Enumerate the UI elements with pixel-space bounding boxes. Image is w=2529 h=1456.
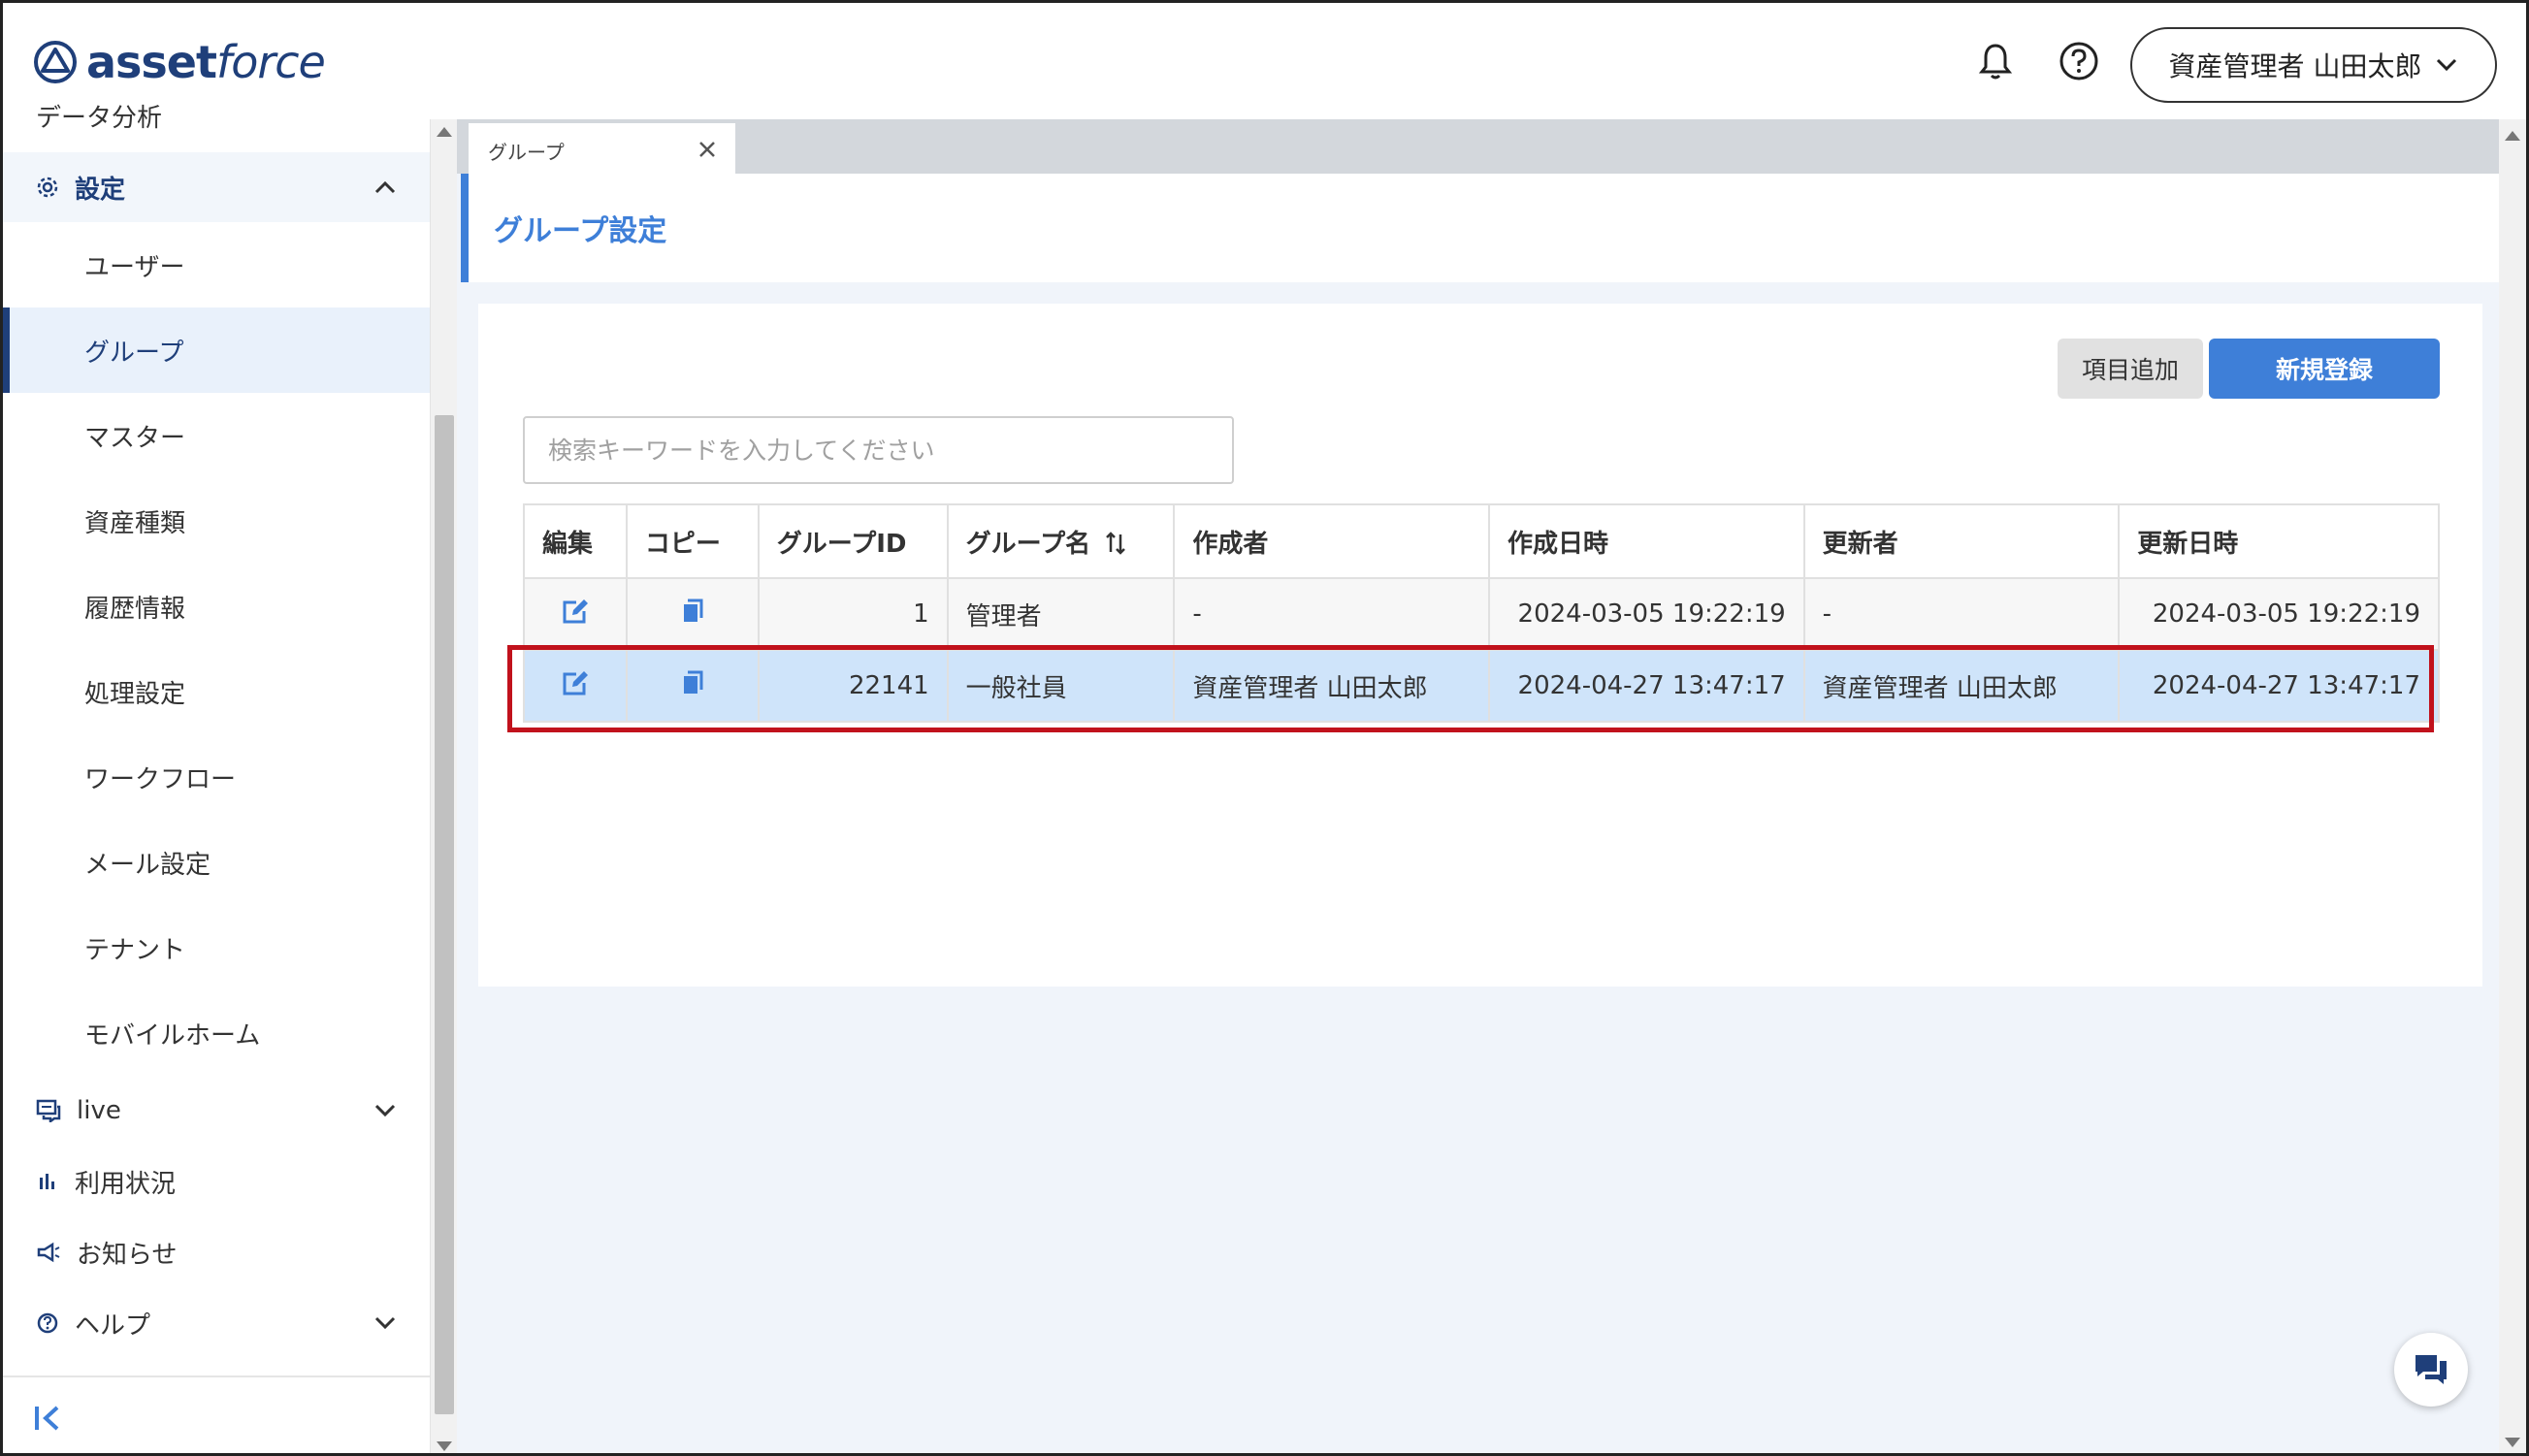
chevron-down-icon bbox=[374, 1104, 396, 1117]
help-icon bbox=[37, 1312, 58, 1334]
close-icon[interactable] bbox=[695, 137, 720, 162]
tab-bar: グループ bbox=[457, 119, 2504, 178]
settings-label: 設定 bbox=[75, 175, 126, 205]
created-at-cell: 2024-03-05 19:22:19 bbox=[1487, 577, 1805, 651]
user-menu-button[interactable]: 資産管理者 山田太郎 bbox=[2130, 27, 2497, 103]
sidebar-section-settings[interactable]: 設定 bbox=[3, 152, 430, 222]
sidebar-item-asset-types[interactable]: 資産種類 bbox=[3, 478, 430, 564]
bar-chart-icon bbox=[40, 1174, 54, 1189]
col-header-updated-at: 更新日時 bbox=[2118, 503, 2440, 579]
table-header-row: 編集 コピー グループID グループ名 作成者 作成日時 更新者 更新日時 bbox=[523, 503, 2440, 579]
edit-icon[interactable] bbox=[561, 598, 590, 625]
col-header-creator: 作成者 bbox=[1173, 503, 1490, 579]
notice-label: お知らせ bbox=[77, 1240, 178, 1270]
scroll-up-arrow-icon[interactable] bbox=[2505, 131, 2520, 141]
tab-groups[interactable]: グループ bbox=[469, 123, 735, 178]
sidebar-item-mobile-home[interactable]: モバイルホーム bbox=[3, 990, 430, 1076]
copy-cell bbox=[625, 649, 760, 723]
chevron-down-icon bbox=[374, 1316, 396, 1330]
sort-icon[interactable] bbox=[1105, 531, 1126, 556]
collapse-sidebar-icon[interactable] bbox=[32, 1404, 65, 1433]
col-header-created-at: 作成日時 bbox=[1487, 503, 1805, 579]
sidebar-item-workflow[interactable]: ワークフロー bbox=[3, 734, 430, 820]
sidebar-item-usage[interactable]: 利用状況 bbox=[3, 1147, 430, 1216]
new-register-button[interactable]: 新規登録 bbox=[2209, 339, 2440, 399]
copy-icon[interactable] bbox=[680, 598, 705, 625]
creator-cell: 資産管理者 山田太郎 bbox=[1173, 649, 1490, 723]
col-header-edit: 編集 bbox=[523, 503, 628, 579]
tab-label: グループ bbox=[488, 140, 565, 164]
chevron-up-icon bbox=[374, 180, 396, 194]
main-content: グループ グループ設定 項目追加 新規登録 編集 コピー グループID bbox=[457, 119, 2504, 1453]
megaphone-icon bbox=[37, 1242, 60, 1263]
sidebar-item-process-settings[interactable]: 処理設定 bbox=[3, 649, 430, 734]
sidebar-item-mail-settings[interactable]: メール設定 bbox=[3, 820, 430, 905]
sidebar-footer bbox=[3, 1375, 430, 1453]
scroll-down-arrow-icon[interactable] bbox=[437, 1441, 452, 1451]
sidebar: データ分析 設定 ユーザー グループ マスター 資産種類 履歴情報 処理設定 ワ… bbox=[3, 104, 430, 1453]
sidebar-item-groups[interactable]: グループ bbox=[3, 307, 430, 393]
sidebar-item-history[interactable]: 履歴情報 bbox=[3, 564, 430, 649]
col-header-group-name[interactable]: グループ名 bbox=[946, 503, 1176, 579]
chat-bubbles-icon bbox=[2416, 1355, 2447, 1384]
logo-text: assetforce bbox=[86, 36, 326, 88]
live-label: live bbox=[77, 1096, 121, 1125]
logo-mark-icon bbox=[34, 41, 77, 83]
search-input[interactable] bbox=[523, 416, 1234, 484]
app-logo[interactable]: assetforce bbox=[32, 36, 326, 88]
sidebar-item-notices[interactable]: お知らせ bbox=[3, 1217, 430, 1287]
sidebar-scrollbar[interactable] bbox=[430, 119, 457, 1453]
user-name-label: 資産管理者 山田太郎 bbox=[2168, 50, 2422, 82]
chat-button[interactable] bbox=[2394, 1333, 2468, 1407]
col-header-copy: コピー bbox=[625, 503, 760, 579]
sidebar-item-data-analysis[interactable]: データ分析 bbox=[36, 98, 162, 137]
group-name-cell: 一般社員 bbox=[946, 649, 1176, 723]
sidebar-item-users[interactable]: ユーザー bbox=[3, 222, 430, 307]
main-scrollbar[interactable] bbox=[2499, 119, 2526, 1453]
updated-at-cell: 2024-04-27 13:47:17 bbox=[2118, 649, 2440, 723]
page-title: グループ設定 bbox=[461, 174, 2500, 282]
scrollbar-thumb[interactable] bbox=[435, 415, 454, 1414]
bell-icon[interactable] bbox=[1972, 38, 2019, 84]
sidebar-section-help[interactable]: ヘルプ bbox=[3, 1288, 430, 1358]
sidebar-section-live[interactable]: live bbox=[3, 1076, 430, 1146]
groups-table: 編集 コピー グループID グループ名 作成者 作成日時 更新者 更新日時 1 … bbox=[523, 503, 2440, 723]
updated-at-cell: 2024-03-05 19:22:19 bbox=[2118, 577, 2440, 651]
usage-label: 利用状況 bbox=[75, 1169, 177, 1199]
created-at-cell: 2024-04-27 13:47:17 bbox=[1487, 649, 1805, 723]
top-header: assetforce 資産管理者 山田太郎 bbox=[3, 3, 2526, 119]
table-row-selected[interactable]: 22141 一般社員 資産管理者 山田太郎 2024-04-27 13:47:1… bbox=[523, 649, 2440, 723]
sidebar-item-tenant[interactable]: テナント bbox=[3, 905, 430, 990]
add-field-button[interactable]: 項目追加 bbox=[2058, 339, 2203, 399]
copy-cell bbox=[625, 577, 760, 651]
edit-cell bbox=[523, 577, 628, 651]
chevron-down-icon bbox=[2437, 58, 2457, 72]
help-label: ヘルプ bbox=[75, 1310, 151, 1341]
gear-icon bbox=[37, 177, 58, 198]
group-id-cell: 22141 bbox=[757, 649, 949, 723]
col-header-updater: 更新者 bbox=[1802, 503, 2121, 579]
copy-icon[interactable] bbox=[680, 669, 705, 696]
content-panel: 項目追加 新規登録 編集 コピー グループID グループ名 bbox=[478, 304, 2482, 987]
app-window: assetforce 資産管理者 山田太郎 データ分析 設定 ユーザー グループ… bbox=[0, 0, 2529, 1456]
col-header-group-id: グループID bbox=[757, 503, 949, 579]
table-row[interactable]: 1 管理者 - 2024-03-05 19:22:19 - 2024-03-05… bbox=[523, 577, 2440, 651]
updater-cell: 資産管理者 山田太郎 bbox=[1802, 649, 2121, 723]
creator-cell: - bbox=[1173, 577, 1490, 651]
sidebar-item-master[interactable]: マスター bbox=[3, 393, 430, 478]
scroll-down-arrow-icon[interactable] bbox=[2505, 1438, 2520, 1447]
edit-cell bbox=[523, 649, 628, 723]
help-circle-icon[interactable] bbox=[2056, 38, 2102, 84]
group-name-cell: 管理者 bbox=[946, 577, 1176, 651]
edit-icon[interactable] bbox=[561, 669, 590, 696]
updater-cell: - bbox=[1802, 577, 2121, 651]
group-id-cell: 1 bbox=[757, 577, 949, 651]
chat-icon bbox=[36, 1099, 61, 1122]
scroll-up-arrow-icon[interactable] bbox=[437, 127, 452, 137]
